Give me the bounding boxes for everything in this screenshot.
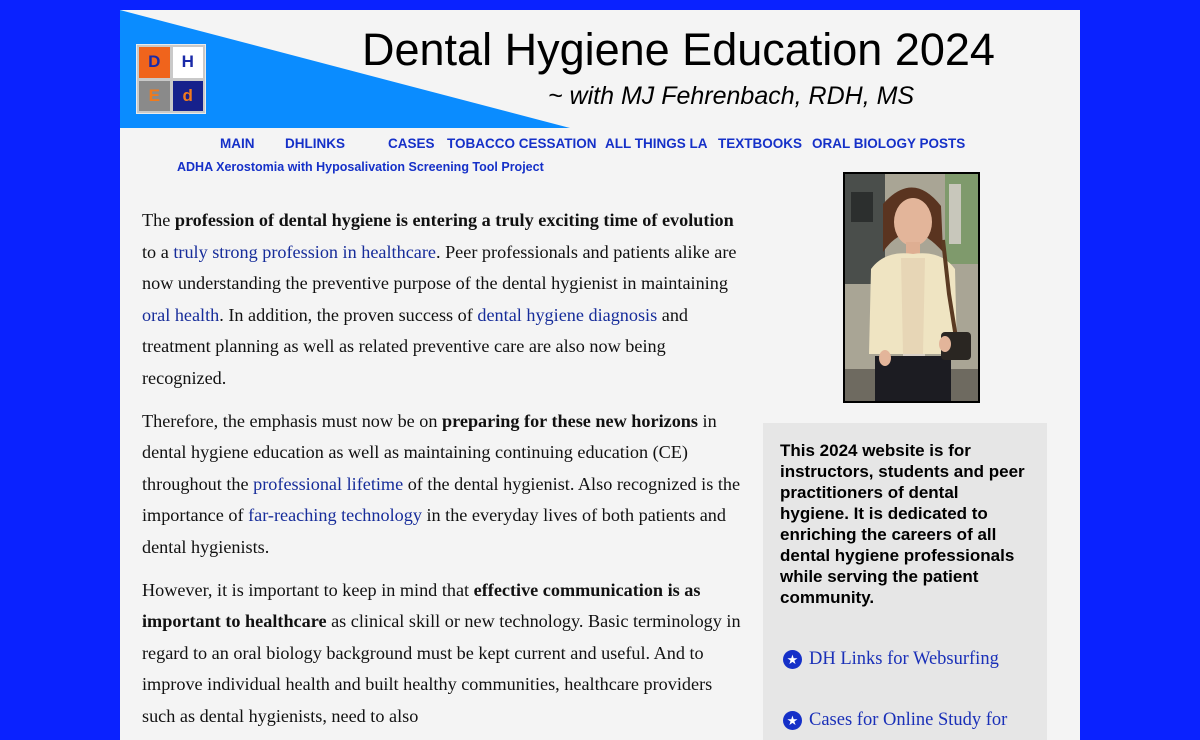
logo-letter: D xyxy=(139,47,170,78)
nav-main[interactable]: MAIN xyxy=(220,136,255,151)
dh-links-label: DH Links for Websurfing xyxy=(809,649,999,669)
site-banner: D H E d Dental Hygiene Education 2024 ~ … xyxy=(120,10,1080,130)
link-professional-lifetime[interactable]: professional lifetime xyxy=(253,474,403,494)
link-oral-health[interactable]: oral health xyxy=(142,305,219,325)
emphasis-text: profession of dental hygiene is entering… xyxy=(174,210,734,230)
main-content: The profession of dental hygiene is ente… xyxy=(142,205,742,740)
site-title: Dental Hygiene Education 2024 xyxy=(362,24,995,75)
dh-links-button[interactable]: ★ DH Links for Websurfing xyxy=(783,649,999,670)
sidebar-panel: This 2024 website is for instructors, st… xyxy=(763,423,1047,740)
nav-all-things-la[interactable]: ALL THINGS LA xyxy=(605,136,708,151)
site-description: This 2024 website is for instructors, st… xyxy=(780,441,1025,607)
nav-xerostomia-project[interactable]: ADHA Xerostomia with Hyposalivation Scre… xyxy=(177,160,544,174)
nav-dhlinks[interactable]: DHLINKS xyxy=(285,136,345,151)
site-subtitle: ~ with MJ Fehrenbach, RDH, MS xyxy=(548,82,915,110)
star-icon: ★ xyxy=(783,650,802,669)
nav-tobacco-cessation[interactable]: TOBACCO CESSATION xyxy=(447,136,597,151)
emphasis-text: preparing for these new horizons xyxy=(442,410,698,431)
nav-cases[interactable]: CASES xyxy=(388,136,435,151)
intro-paragraph: The profession of dental hygiene is ente… xyxy=(142,205,742,395)
star-icon: ★ xyxy=(783,711,802,730)
communication-paragraph: However, it is important to keep in mind… xyxy=(142,575,742,733)
text-run: . In addition, the proven success of xyxy=(219,304,478,325)
author-photo xyxy=(843,172,980,403)
link-technology[interactable]: far-reaching technology xyxy=(248,505,422,525)
logo-letter: E xyxy=(139,80,170,111)
text-run: to a xyxy=(142,241,174,262)
logo-letter: H xyxy=(172,47,203,78)
link-dh-diagnosis[interactable]: dental hygiene diagnosis xyxy=(477,305,657,325)
nav-textbooks[interactable]: TEXTBOOKS xyxy=(718,136,802,151)
emphasis-paragraph: Therefore, the emphasis must now be on p… xyxy=(142,406,742,564)
page-container: D H E d Dental Hygiene Education 2024 ~ … xyxy=(120,10,1080,740)
site-logo[interactable]: D H E d xyxy=(136,44,206,114)
cases-online-study-button[interactable]: ★ Cases for Online Study for xyxy=(783,710,1007,731)
text-run: Therefore, the emphasis must now be on xyxy=(142,410,443,431)
text-run: However, it is important to keep in mind… xyxy=(142,579,474,600)
link-strong-profession[interactable]: truly strong profession in healthcare xyxy=(173,242,436,262)
text-run: The xyxy=(142,210,175,230)
logo-letter: d xyxy=(172,80,203,111)
author-photo-image xyxy=(845,174,978,401)
nav-oral-biology-posts[interactable]: ORAL BIOLOGY POSTS xyxy=(812,136,965,151)
cases-online-study-label: Cases for Online Study for xyxy=(809,710,1008,730)
